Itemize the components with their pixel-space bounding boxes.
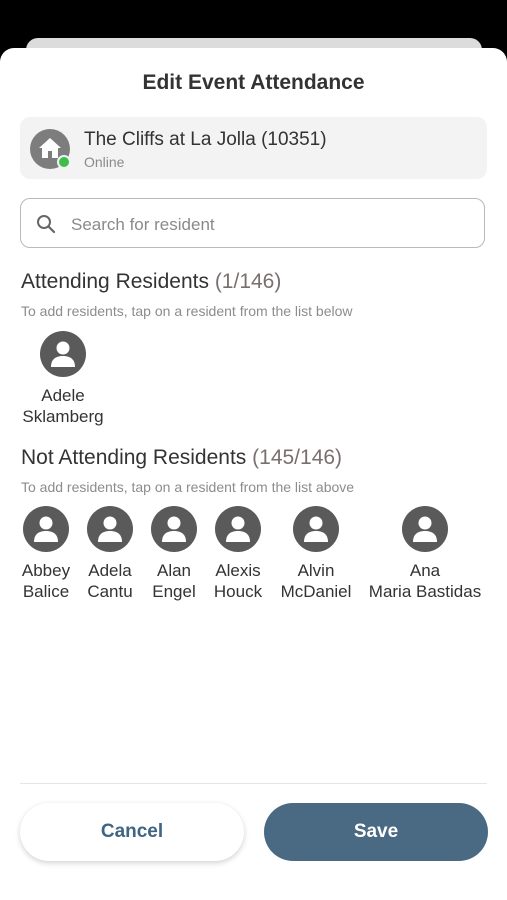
save-button[interactable]: Save — [264, 803, 488, 861]
attending-hint: To add residents, tap on a resident from… — [21, 303, 353, 319]
resident-name: Ana Maria Bastidas — [368, 561, 482, 601]
resident-not-attending-ana-maria-bastidas[interactable]: Ana Maria Bastidas — [360, 506, 490, 602]
not-attending-hint: To add residents, tap on a resident from… — [21, 479, 355, 495]
bottom-sheet: Edit Event Attendance The Cliffs at La J… — [0, 48, 507, 900]
community-name: The Cliffs at La Jolla (10351) — [84, 129, 327, 150]
resident-name: Alvin McDaniel — [280, 561, 352, 601]
attending-count: (1/146) — [214, 270, 282, 293]
resident-not-attending-alvin-mcdaniel[interactable]: Alvin McDaniel — [266, 506, 366, 602]
cancel-button[interactable]: Cancel — [20, 803, 244, 861]
resident-attending-adele-sklamberg[interactable]: Adele Sklamberg — [13, 331, 113, 427]
not-attending-heading: Not Attending Residents (145/146) — [21, 446, 342, 470]
not-attending-count: (145/146) — [252, 446, 343, 469]
person-icon — [293, 506, 339, 552]
resident-name: Adele Sklamberg — [22, 386, 104, 426]
search-icon — [37, 215, 56, 234]
community-card: The Cliffs at La Jolla (10351) Online — [20, 117, 487, 179]
attending-heading-label: Attending Residents — [21, 270, 209, 293]
attending-heading: Attending Residents (1/146) — [21, 270, 281, 294]
person-icon — [402, 506, 448, 552]
search-box[interactable] — [20, 198, 485, 248]
sheet-title: Edit Event Attendance — [142, 71, 365, 94]
online-status-dot — [57, 155, 71, 169]
search-input[interactable] — [69, 211, 473, 239]
person-icon — [215, 506, 261, 552]
footer-divider — [20, 783, 487, 784]
person-icon — [40, 331, 86, 377]
community-status: Online — [84, 154, 125, 170]
not-attending-heading-label: Not Attending Residents — [21, 446, 247, 469]
